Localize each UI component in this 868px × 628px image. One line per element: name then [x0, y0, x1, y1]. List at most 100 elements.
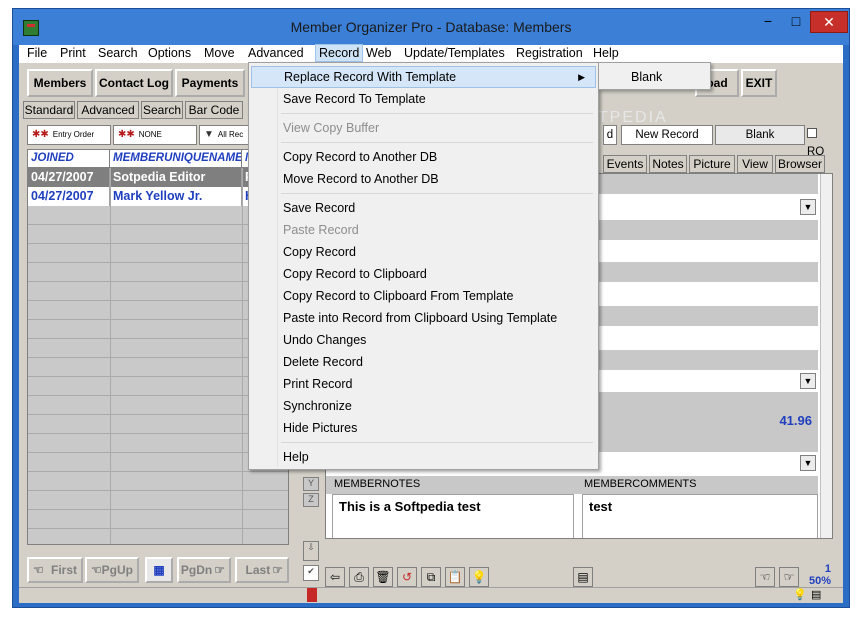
pgdn-button[interactable]: PgDn ☞ — [177, 557, 231, 583]
sort-none-button[interactable]: ✱✱ NONE — [113, 125, 197, 145]
index-letter-y[interactable]: Y — [303, 477, 319, 491]
menu-search[interactable]: Search — [98, 46, 138, 60]
hand-left-icon[interactable]: ☜ — [755, 567, 775, 587]
contact-log-button[interactable]: Contact Log — [95, 69, 173, 97]
menu-item-move-record-to-another-db[interactable]: Move Record to Another DB — [251, 168, 596, 190]
order-button[interactable]: d — [603, 125, 617, 145]
members-button[interactable]: Members — [27, 69, 93, 97]
grid-divider — [242, 168, 243, 544]
new-record-button[interactable]: New Record — [621, 125, 713, 145]
menu-move[interactable]: Move — [204, 46, 235, 60]
menu-item-label: Replace Record With Template — [284, 70, 457, 84]
menu-options[interactable]: Options — [148, 46, 191, 60]
chevron-down-icon[interactable]: ▼ — [800, 373, 816, 389]
document-icon: ▤ — [811, 589, 822, 601]
tab-view[interactable]: View — [737, 155, 773, 173]
menu-item-help[interactable]: Help — [251, 446, 596, 468]
copy-icon[interactable]: ⧉ — [421, 567, 441, 587]
detail-scrollbar[interactable] — [820, 174, 832, 538]
first-button[interactable]: ☜ First — [27, 557, 83, 583]
menu-separator — [281, 142, 593, 143]
member-notes-field[interactable]: This is a Softpedia test — [332, 494, 574, 538]
undo-icon[interactable]: ↺ — [397, 567, 417, 587]
menu-item-print-record[interactable]: Print Record — [251, 373, 596, 395]
index-letter-z[interactable]: Z — [303, 493, 319, 507]
menu-item-save-record-to-template[interactable]: Save Record To Template — [251, 88, 596, 110]
tab-search[interactable]: Search — [141, 101, 183, 119]
menu-item-copy-record-to-clipboard-from-template[interactable]: Copy Record to Clipboard From Template — [251, 285, 596, 307]
menu-file[interactable]: File — [27, 46, 47, 60]
menu-item-paste-record[interactable]: Paste Record — [251, 219, 596, 241]
column-header-joined[interactable]: JOINED — [28, 150, 110, 168]
trash-icon[interactable]: 🗑 — [373, 567, 393, 587]
back-arrow-icon[interactable]: ⇦ — [325, 567, 345, 587]
menu-item-save-record[interactable]: Save Record — [251, 197, 596, 219]
menu-print[interactable]: Print — [60, 46, 86, 60]
abc-icon: ▦ — [153, 563, 165, 577]
member-comments-field[interactable]: test — [582, 494, 818, 538]
sort-entry-order-button[interactable]: ✱✱ Entry Order — [27, 125, 111, 145]
save-record-icon[interactable]: ▤ — [573, 567, 593, 587]
menu-item-copy-record-to-clipboard[interactable]: Copy Record to Clipboard — [251, 263, 596, 285]
hand-right-icon: ☞ — [272, 563, 283, 577]
menu-item-copy-record[interactable]: Copy Record — [251, 241, 596, 263]
read-only-toggle[interactable]: RO — [807, 125, 837, 158]
down-arrow-icon[interactable]: ⇩ — [303, 541, 319, 561]
tab-bar-code[interactable]: Bar Code — [185, 101, 243, 119]
menu-item-hide-pictures[interactable]: Hide Pictures — [251, 417, 596, 439]
menu-record[interactable]: Record — [315, 44, 364, 62]
maximize-button[interactable]: □ — [783, 11, 809, 33]
record-context-menu: Replace Record With Template ▶ Save Recor… — [248, 62, 599, 470]
blank-button[interactable]: Blank — [715, 125, 805, 145]
people-icon: ✱✱ — [32, 129, 49, 140]
print-icon[interactable]: ⎙ — [349, 567, 369, 587]
chevron-down-icon[interactable]: ▼ — [800, 455, 816, 471]
pgup-button[interactable]: ☜ PgUp — [85, 557, 139, 583]
zoom-level: 50% — [808, 575, 831, 587]
menu-separator — [281, 442, 593, 443]
submenu-item-blank[interactable]: Blank — [601, 66, 708, 88]
menu-item-delete-record[interactable]: Delete Record — [251, 351, 596, 373]
lightbulb-icon[interactable]: 💡 — [469, 567, 489, 587]
tab-notes[interactable]: Notes — [649, 155, 687, 173]
first-label: First — [50, 563, 77, 577]
check-icon[interactable]: ✔ — [303, 565, 319, 581]
lightbulb-icon: 💡 — [793, 589, 807, 601]
grid-divider — [110, 168, 111, 544]
menu-item-synchronize[interactable]: Synchronize — [251, 395, 596, 417]
empty-row — [28, 491, 288, 510]
title-bar: Member Organizer Pro - Database: Members… — [13, 9, 849, 45]
paste-icon[interactable]: 📋 — [445, 567, 465, 587]
tab-standard[interactable]: Standard — [23, 101, 75, 119]
tab-browser[interactable]: Browser — [775, 155, 825, 173]
window-title: Member Organizer Pro - Database: Members — [290, 19, 572, 35]
sort-none-label: NONE — [138, 130, 162, 139]
tab-advanced[interactable]: Advanced — [77, 101, 139, 119]
payments-button[interactable]: Payments — [175, 69, 245, 97]
menu-item-paste-into-record-from-clipboard[interactable]: Paste into Record from Clipboard Using T… — [251, 307, 596, 329]
menu-item-replace-record-with-template[interactable]: Replace Record With Template ▶ — [251, 66, 596, 88]
tab-events[interactable]: Events — [603, 155, 647, 173]
exit-button[interactable]: EXIT — [741, 69, 777, 97]
menu-item-view-copy-buffer[interactable]: View Copy Buffer — [251, 117, 596, 139]
tab-picture[interactable]: Picture — [689, 155, 735, 173]
chevron-down-icon[interactable]: ▼ — [800, 199, 816, 215]
abc-index-button[interactable]: ▦ — [145, 557, 173, 583]
people-icon: ✱✱ — [118, 129, 135, 140]
menu-web[interactable]: Web — [366, 46, 391, 60]
member-comments-label: MEMBERCOMMENTS — [584, 478, 697, 490]
hand-right-icon[interactable]: ☞ — [779, 567, 799, 587]
close-button[interactable]: ✕ — [810, 11, 848, 33]
menu-item-copy-record-to-another-db[interactable]: Copy Record to Another DB — [251, 146, 596, 168]
menu-update-templates[interactable]: Update/Templates — [404, 46, 505, 60]
last-button[interactable]: Last ☞ — [235, 557, 289, 583]
hand-left-icon: ☜ — [91, 563, 102, 577]
column-header-memberuniquename[interactable]: MEMBERUNIQUENAME — [110, 150, 242, 168]
menu-item-undo-changes[interactable]: Undo Changes — [251, 329, 596, 351]
menu-advanced[interactable]: Advanced — [248, 46, 304, 60]
menu-registration[interactable]: Registration — [516, 46, 583, 60]
all-records-label: All Rec — [217, 130, 244, 139]
minimize-button[interactable]: − — [755, 11, 781, 33]
menu-bar: File Print Search Options Move Advanced … — [19, 44, 843, 63]
menu-help[interactable]: Help — [593, 46, 619, 60]
